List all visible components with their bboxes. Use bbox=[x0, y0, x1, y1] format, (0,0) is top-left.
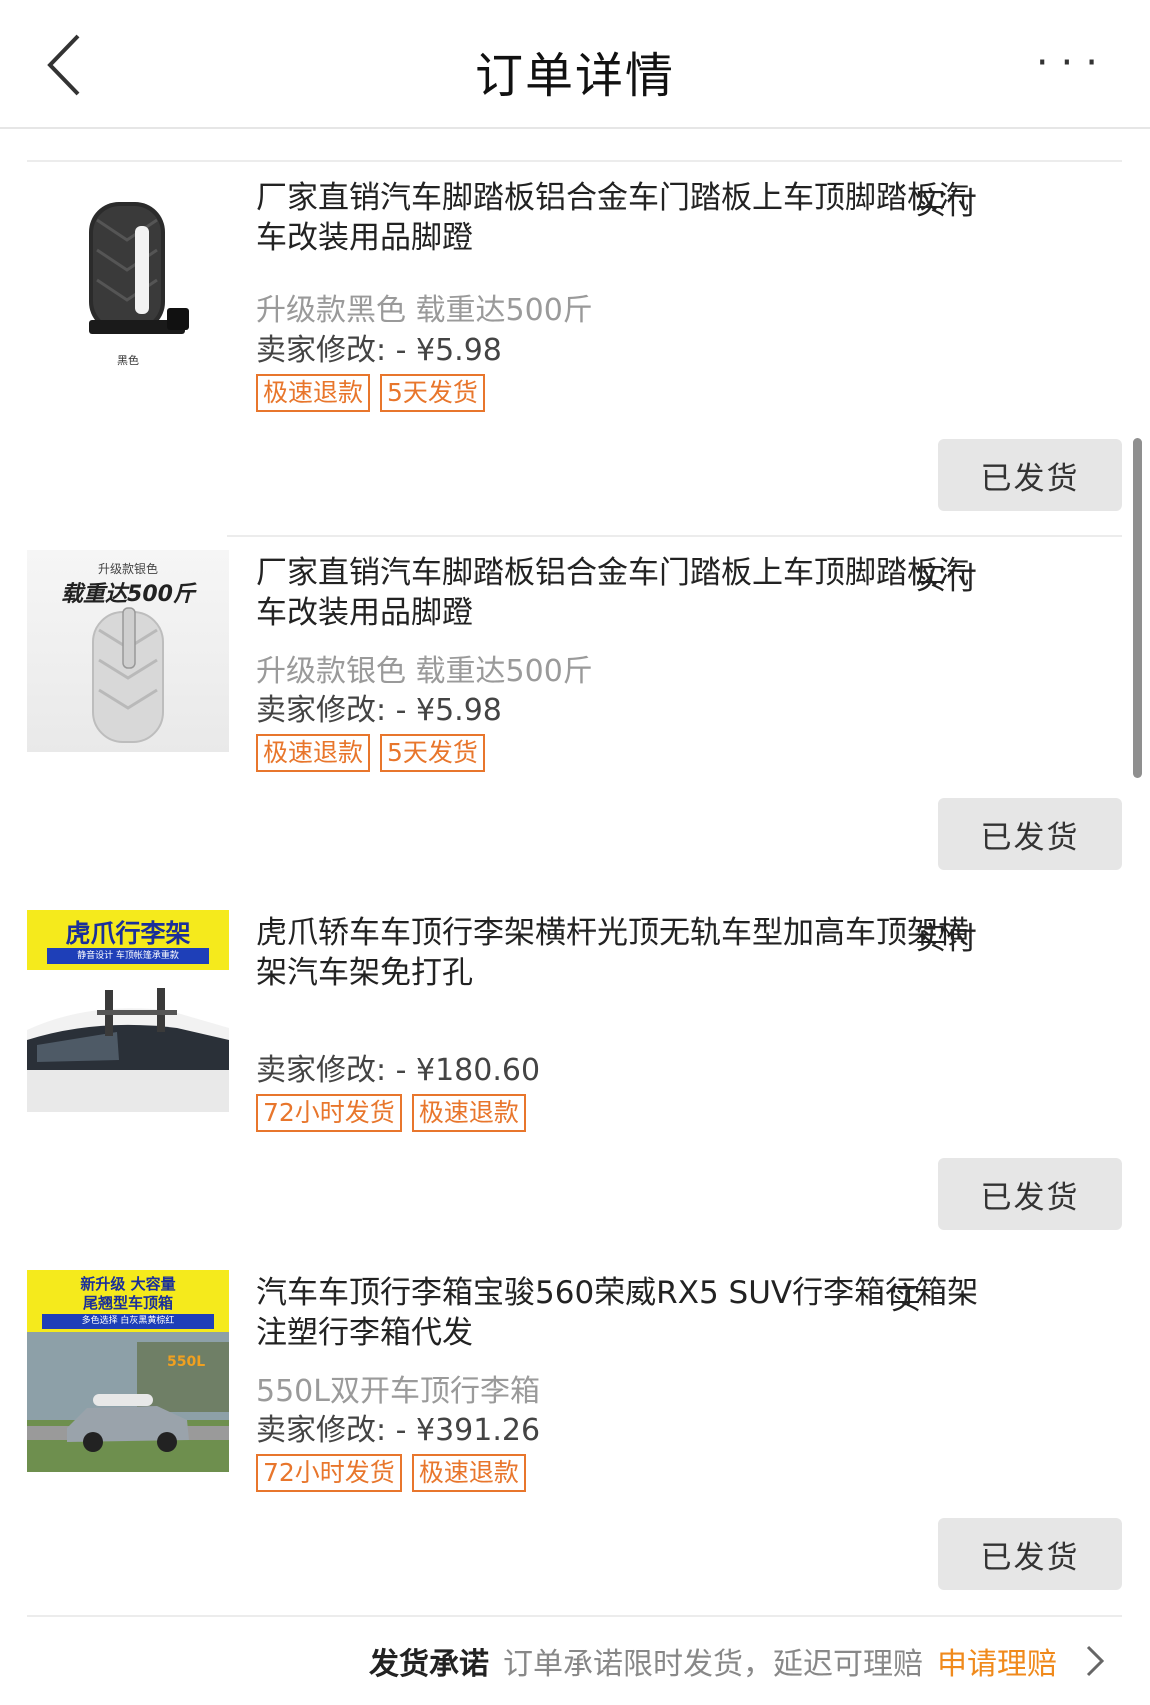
product-thumbnail[interactable]: 虎爪行李架 静音设计 车顶帐篷承重款 bbox=[27, 910, 229, 1112]
shipped-button[interactable]: 已发货 bbox=[938, 798, 1122, 870]
product-title[interactable]: 厂家直销汽车脚踏板铝合金车门踏板上车顶脚踏板汽车改装用品脚蹬 bbox=[256, 553, 996, 633]
paid-label-partial: 实付 bbox=[915, 186, 977, 222]
shipped-button[interactable]: 已发货 bbox=[938, 1518, 1122, 1590]
chevron-right-icon[interactable] bbox=[1085, 1644, 1105, 1678]
service-tags: 72小时发货 极速退款 bbox=[256, 1094, 526, 1132]
thumbnail-caption: 黑色 bbox=[117, 354, 139, 367]
shipped-button[interactable]: 已发货 bbox=[938, 439, 1122, 511]
modified-price: 卖家修改: - ¥180.60 bbox=[256, 1053, 541, 1088]
shipped-button[interactable]: 已发货 bbox=[938, 1158, 1122, 1230]
modified-price: 卖家修改: - ¥5.98 bbox=[256, 333, 502, 368]
service-tag: 5天发货 bbox=[380, 374, 485, 412]
shipping-promise-bar[interactable]: 发货承诺 订单承诺限时发货，延迟可理赔 申请理赔 bbox=[0, 1615, 1150, 1705]
product-thumbnail[interactable]: 黑色 bbox=[27, 180, 229, 382]
paid-label-partial: 实付 bbox=[915, 921, 977, 957]
roof-rack-car-image bbox=[27, 988, 229, 1112]
service-tag: 72小时发货 bbox=[256, 1454, 402, 1492]
product-title[interactable]: 汽车车顶行李箱宝骏560荣威RX5 SUV行李箱行箱架 注塑行李箱代发 bbox=[256, 1273, 996, 1353]
thumbnail-badge: 550L bbox=[167, 1354, 206, 1370]
service-tag: 极速退款 bbox=[411, 1454, 526, 1492]
product-spec: 升级款银色 载重达500斤 bbox=[256, 654, 593, 689]
modified-price: 卖家修改: - ¥5.98 bbox=[256, 693, 502, 728]
divider bbox=[27, 160, 1122, 162]
promise-label: 发货承诺 bbox=[369, 1647, 489, 1682]
scrollbar[interactable] bbox=[1133, 438, 1142, 778]
product-title[interactable]: 厂家直销汽车脚踏板铝合金车门踏板上车顶脚踏板汽车改装用品脚蹬 bbox=[256, 178, 996, 258]
modified-price: 卖家修改: - ¥391.26 bbox=[256, 1413, 541, 1448]
paid-label-partial: 实付 bbox=[915, 561, 977, 597]
nav-header: 订单详情 ··· bbox=[0, 0, 1150, 129]
service-tag: 极速退款 bbox=[256, 734, 371, 772]
divider bbox=[227, 535, 1122, 537]
product-thumbnail[interactable]: 升级款银色 载重达500斤 bbox=[27, 550, 229, 752]
footstep-silver-image bbox=[92, 607, 164, 743]
service-tag: 极速退款 bbox=[256, 374, 371, 412]
product-spec: 550L双开车顶行李箱 bbox=[256, 1374, 540, 1409]
paid-label-partial: 实 bbox=[890, 1281, 921, 1317]
roof-box-car-image bbox=[27, 1332, 229, 1472]
service-tags: 极速退款 5天发货 bbox=[256, 374, 485, 412]
promise-text: 订单承诺限时发货，延迟可理赔 bbox=[503, 1647, 923, 1682]
product-spec: 升级款黑色 载重达500斤 bbox=[256, 293, 593, 328]
service-tag: 72小时发货 bbox=[256, 1094, 402, 1132]
service-tags: 72小时发货 极速退款 bbox=[256, 1454, 526, 1492]
more-options-icon[interactable]: ··· bbox=[1036, 43, 1110, 83]
page-title: 订单详情 bbox=[474, 48, 675, 104]
claim-link[interactable]: 申请理赔 bbox=[937, 1639, 1057, 1683]
service-tags: 极速退款 5天发货 bbox=[256, 734, 485, 772]
service-tag: 极速退款 bbox=[411, 1094, 526, 1132]
product-thumbnail[interactable]: 新升级 大容量 尾翘型车顶箱 多色选择 白灰黑黄棕红 550L bbox=[27, 1270, 229, 1472]
product-title[interactable]: 虎爪轿车车顶行李架横杆光顶无轨车型加高车顶架横架汽车架免打孔 bbox=[256, 913, 996, 993]
service-tag: 5天发货 bbox=[380, 734, 485, 772]
